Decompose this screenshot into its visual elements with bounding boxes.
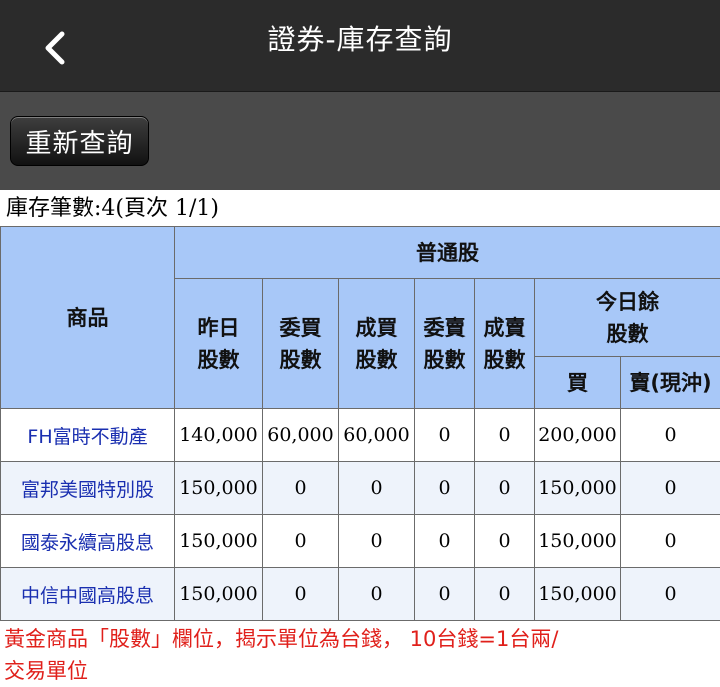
cell-sold: 0 (474, 567, 535, 621)
cell-bought: 0 (338, 567, 415, 621)
header-bid: 委買股數 (262, 278, 339, 409)
cell-sold: 0 (474, 514, 535, 568)
cell-sell: 0 (619, 567, 720, 621)
app-header: 證券-庫存查詢 (0, 0, 720, 92)
product-link[interactable]: 中信中國高股息 (0, 567, 175, 621)
header-common-stock: 普通股 (173, 226, 720, 279)
cell-sold: 0 (474, 461, 535, 515)
toolbar: 重新查詢 (0, 92, 720, 190)
refresh-button[interactable]: 重新查詢 (10, 116, 149, 166)
table-row: 富邦美國特別股 150,000 0 0 0 0 150,000 0 (0, 461, 720, 515)
cell-bid: 0 (262, 461, 339, 515)
cell-bid: 0 (262, 514, 339, 568)
cell-ask: 0 (414, 514, 475, 568)
header-yesterday: 昨日股數 (174, 278, 263, 409)
cell-sold: 0 (474, 408, 535, 462)
product-link[interactable]: 國泰永續高股息 (0, 514, 175, 568)
table-row: 國泰永續高股息 150,000 0 0 0 0 150,000 0 (0, 514, 720, 568)
cell-buy: 150,000 (534, 514, 621, 568)
header-ask: 委賣股數 (414, 278, 475, 409)
footer-note: 黃金商品「股數」欄位，揭示單位為台錢， 10台錢=1台兩/交易單位 (4, 627, 559, 683)
cell-bought: 60,000 (338, 408, 415, 462)
cell-bought: 0 (338, 461, 415, 515)
cell-sell: 0 (619, 461, 720, 515)
header-today-balance: 今日餘股數 (533, 278, 720, 357)
product-link[interactable]: FH富時不動產 (0, 408, 175, 462)
cell-buy: 200,000 (534, 408, 621, 462)
cell-buy: 150,000 (534, 461, 621, 515)
cell-yesterday: 150,000 (174, 514, 263, 568)
cell-ask: 0 (414, 567, 475, 621)
cell-yesterday: 140,000 (174, 408, 263, 462)
cell-yesterday: 150,000 (174, 461, 263, 515)
cell-ask: 0 (414, 408, 475, 462)
header-sold: 成賣股數 (474, 278, 535, 409)
header-sell: 賣(現沖) (619, 356, 720, 409)
cell-bought: 0 (338, 514, 415, 568)
record-count: 庫存筆數:4(頁次 1/1) (6, 196, 219, 221)
inventory-table: 商品 普通股 昨日股數 委買股數 成買股數 委賣股數 成賣股數 今日餘股數 買 … (0, 226, 720, 621)
product-link[interactable]: 富邦美國特別股 (0, 461, 175, 515)
table-row: 中信中國高股息 150,000 0 0 0 0 150,000 0 (0, 567, 720, 621)
header-buy: 買 (534, 356, 621, 409)
page-title: 證券-庫存查詢 (267, 23, 453, 56)
cell-bid: 0 (262, 567, 339, 621)
cell-buy: 150,000 (534, 567, 621, 621)
header-product: 商品 (0, 226, 175, 409)
cell-ask: 0 (414, 461, 475, 515)
cell-sell: 0 (619, 514, 720, 568)
header-bought: 成買股數 (338, 278, 415, 409)
cell-yesterday: 150,000 (174, 567, 263, 621)
cell-bid: 60,000 (262, 408, 339, 462)
cell-sell: 0 (619, 408, 720, 462)
table-row: FH富時不動產 140,000 60,000 60,000 0 0 200,00… (0, 408, 720, 462)
